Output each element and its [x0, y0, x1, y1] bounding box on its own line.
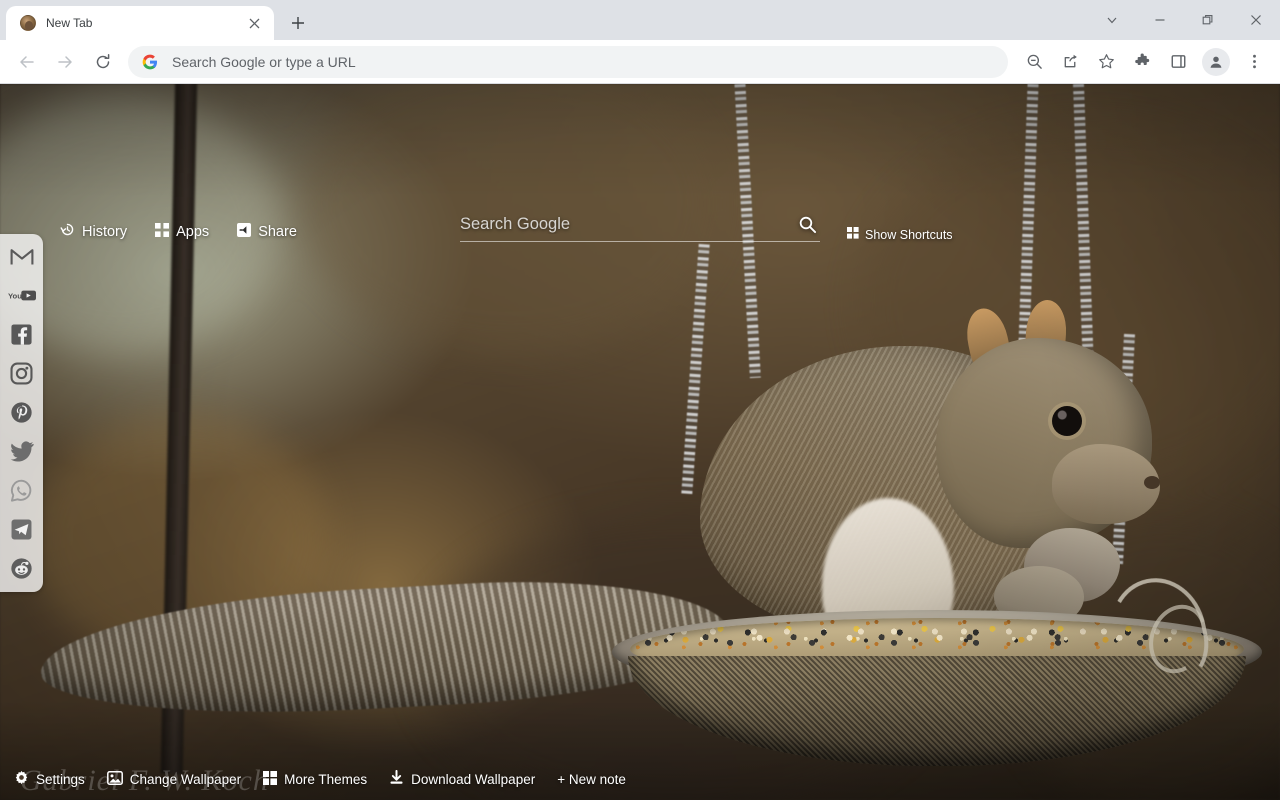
wallpaper-photo — [0, 84, 1280, 800]
search-magnifier-icon[interactable] — [794, 212, 820, 238]
share-icon[interactable] — [1054, 46, 1086, 78]
ntp-settings-button[interactable]: Settings — [14, 770, 85, 788]
apps-grid-icon — [155, 222, 170, 241]
social-links-rail: You — [0, 234, 43, 592]
shortcuts-grid-icon — [847, 227, 859, 242]
download-icon — [389, 769, 404, 788]
ntp-bottom-label: Download Wallpaper — [411, 771, 536, 787]
gmail-icon[interactable] — [8, 242, 36, 270]
minimize-icon[interactable] — [1136, 3, 1184, 37]
profile-avatar-icon[interactable] — [1202, 47, 1230, 76]
ntp-link-apps[interactable]: Apps — [155, 222, 210, 241]
close-icon[interactable] — [1232, 3, 1280, 37]
image-icon — [106, 770, 123, 788]
new-tab-button[interactable] — [284, 9, 312, 37]
forward-arrow-icon[interactable] — [48, 45, 82, 79]
close-icon[interactable] — [244, 13, 264, 33]
telegram-icon[interactable] — [8, 515, 36, 543]
ntp-search-input[interactable] — [460, 215, 794, 234]
chevron-down-icon[interactable] — [1088, 3, 1136, 37]
ntp-top-links: History Apps Share — [60, 222, 297, 241]
ntp-bottom-label: Settings — [36, 771, 85, 787]
window-controls — [1088, 0, 1280, 40]
pinterest-icon[interactable] — [8, 398, 36, 426]
bookmark-star-icon[interactable] — [1090, 46, 1122, 78]
google-g-icon — [142, 54, 158, 69]
ntp-link-label: Share — [258, 223, 297, 240]
ntp-link-label: Apps — [176, 223, 210, 240]
gear-icon — [14, 770, 29, 788]
reddit-icon[interactable] — [8, 554, 36, 582]
browser-tab[interactable]: New Tab — [6, 6, 274, 40]
browser-toolbar: Search Google or type a URL — [0, 40, 1280, 84]
zoom-out-icon[interactable] — [1018, 46, 1050, 78]
reload-icon[interactable] — [86, 45, 120, 79]
ntp-bottom-label: + New note — [557, 771, 626, 787]
ntp-link-share[interactable]: Share — [237, 222, 297, 241]
ntp-bottom-bar: Settings Change Wallpaper More Themes Do… — [14, 769, 626, 788]
share-icon — [237, 222, 252, 241]
ntp-link-history[interactable]: History — [60, 222, 127, 241]
history-icon — [60, 222, 75, 241]
browser-window: New Tab Search Google or type a URL Hist… — [0, 0, 1280, 800]
back-arrow-icon[interactable] — [10, 45, 44, 79]
restore-icon[interactable] — [1184, 3, 1232, 37]
youtube-icon[interactable]: You — [8, 281, 36, 309]
facebook-icon[interactable] — [8, 320, 36, 348]
show-shortcuts-label: Show Shortcuts — [865, 227, 953, 242]
ntp-link-label: History — [82, 223, 128, 240]
squirrel-favicon — [20, 15, 36, 31]
ntp-download-wallpaper-button[interactable]: Download Wallpaper — [389, 769, 536, 788]
ntp-bottom-label: More Themes — [284, 771, 368, 787]
tab-strip: New Tab — [0, 0, 1280, 40]
ntp-new-note-button[interactable]: + New note — [557, 772, 626, 787]
show-shortcuts-toggle[interactable]: Show Shortcuts — [847, 227, 953, 242]
themes-grid-icon — [263, 770, 278, 788]
extensions-puzzle-icon[interactable] — [1126, 46, 1158, 78]
whatsapp-icon[interactable] — [8, 476, 36, 504]
address-bar-placeholder: Search Google or type a URL — [172, 53, 356, 70]
ntp-more-themes-button[interactable]: More Themes — [263, 770, 368, 788]
ntp-change-wallpaper-button[interactable]: Change Wallpaper — [106, 770, 242, 788]
ntp-search-box — [460, 208, 820, 242]
side-panel-icon[interactable] — [1162, 46, 1194, 78]
twitter-icon[interactable] — [8, 437, 36, 465]
svg-text:You: You — [8, 291, 22, 300]
ntp-bottom-label: Change Wallpaper — [129, 771, 242, 787]
address-bar[interactable]: Search Google or type a URL — [128, 45, 1008, 78]
bird-feeder — [612, 569, 1262, 782]
tab-title: New Tab — [46, 16, 93, 30]
new-tab-page: History Apps Share Search Google Show Sh… — [0, 84, 1280, 800]
three-dot-menu-icon[interactable] — [1238, 46, 1270, 78]
instagram-icon[interactable] — [8, 359, 36, 387]
